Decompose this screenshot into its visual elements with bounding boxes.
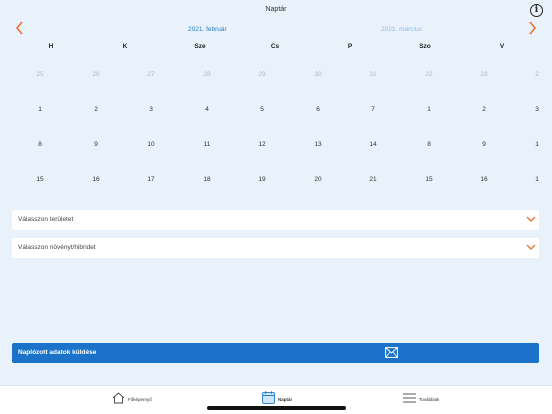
calendar-day[interactable]: 3 bbox=[149, 106, 153, 113]
calendar-day[interactable]: 15 bbox=[36, 176, 43, 183]
tab-calendar-label: Naptár bbox=[278, 397, 293, 402]
calendar-day[interactable]: 2 bbox=[94, 106, 98, 113]
tab-home[interactable]: Főképernyő bbox=[112, 390, 172, 408]
tab-more[interactable]: Továbbiak bbox=[403, 390, 453, 408]
calendar-day[interactable]: 17 bbox=[147, 176, 154, 183]
calendar-day[interactable]: 16 bbox=[480, 176, 487, 183]
mail-icon bbox=[385, 347, 398, 358]
page-title: Naptár bbox=[265, 6, 287, 13]
chevron-down-icon bbox=[526, 216, 536, 222]
home-icon bbox=[112, 392, 125, 404]
calendar-day[interactable]: 2 bbox=[482, 106, 486, 113]
area-select[interactable]: Válasszon területet bbox=[12, 210, 539, 230]
current-month-label[interactable]: 2021. február bbox=[188, 26, 227, 33]
home-indicator bbox=[207, 406, 346, 410]
weekday-label: Sze bbox=[194, 43, 206, 50]
next-month-button[interactable] bbox=[528, 21, 537, 38]
weekday-label: Szo bbox=[419, 43, 431, 50]
weekday-row: H K Sze Cs P Szo V bbox=[0, 43, 552, 53]
calendar-day[interactable]: 18 bbox=[203, 176, 210, 183]
info-icon[interactable]: i bbox=[530, 4, 543, 17]
weekday-label: H bbox=[48, 43, 54, 50]
calendar-day[interactable]: 10 bbox=[147, 141, 154, 148]
calendar-day[interactable]: 5 bbox=[260, 106, 264, 113]
hybrid-select-label: Válasszon növényt/hibridet bbox=[18, 244, 96, 251]
prev-month-button[interactable] bbox=[15, 21, 24, 38]
calendar-day[interactable]: 8 bbox=[38, 141, 42, 148]
calendar-day[interactable]: 13 bbox=[314, 141, 321, 148]
calendar-day[interactable]: 1 bbox=[535, 176, 539, 183]
next-month-label[interactable]: 2021. március bbox=[381, 26, 422, 33]
calendar-day[interactable]: 26 bbox=[92, 71, 99, 78]
calendar-day[interactable]: 31 bbox=[369, 71, 376, 78]
calendar-day[interactable]: 16 bbox=[92, 176, 99, 183]
send-button-label: Naplózott adatok küldése bbox=[18, 349, 97, 356]
chevron-down-icon bbox=[526, 244, 536, 250]
chevron-left-icon bbox=[15, 21, 23, 35]
tab-home-label: Főképernyő bbox=[128, 397, 152, 402]
calendar-day[interactable]: 20 bbox=[314, 176, 321, 183]
calendar-day[interactable]: 28 bbox=[203, 71, 210, 78]
calendar-day[interactable]: 12 bbox=[258, 141, 265, 148]
calendar-day[interactable]: 30 bbox=[314, 71, 321, 78]
calendar-day[interactable]: 4 bbox=[205, 106, 209, 113]
calendar-day[interactable]: 19 bbox=[258, 176, 265, 183]
weekday-label: V bbox=[499, 43, 505, 50]
calendar-day[interactable]: 9 bbox=[482, 141, 486, 148]
calendar-day[interactable]: 27 bbox=[147, 71, 154, 78]
menu-icon bbox=[403, 393, 416, 403]
calendar-day[interactable]: 11 bbox=[204, 141, 211, 148]
send-logged-data-button[interactable]: Naplózott adatok küldése bbox=[12, 343, 539, 363]
tab-more-label: Továbbiak bbox=[419, 397, 440, 402]
calendar-day[interactable]: 7 bbox=[371, 106, 375, 113]
chevron-right-icon bbox=[529, 21, 537, 35]
calendar-day[interactable]: 23 bbox=[480, 71, 487, 78]
calendar-day[interactable]: 9 bbox=[94, 141, 98, 148]
area-select-label: Válasszon területet bbox=[18, 216, 74, 223]
calendar-day[interactable]: 21 bbox=[369, 176, 376, 183]
weekday-label: P bbox=[347, 43, 353, 50]
calendar-icon bbox=[262, 391, 275, 404]
calendar-day[interactable]: 15 bbox=[425, 176, 432, 183]
calendar-day[interactable]: 8 bbox=[427, 141, 431, 148]
weekday-label: K bbox=[122, 43, 128, 50]
calendar-day[interactable]: 6 bbox=[316, 106, 320, 113]
calendar-day[interactable]: 1 bbox=[535, 141, 539, 148]
calendar-day[interactable]: 14 bbox=[369, 141, 376, 148]
calendar-day[interactable]: 22 bbox=[425, 71, 432, 78]
calendar-day[interactable]: 29 bbox=[258, 71, 265, 78]
hybrid-select[interactable]: Válasszon növényt/hibridet bbox=[12, 238, 539, 258]
weekday-label: Cs bbox=[270, 43, 280, 50]
calendar-day[interactable]: 25 bbox=[36, 71, 43, 78]
calendar-day[interactable]: 2 bbox=[535, 71, 539, 78]
calendar-day[interactable]: 1 bbox=[427, 106, 431, 113]
calendar-day[interactable]: 3 bbox=[535, 106, 539, 113]
calendar-day[interactable]: 1 bbox=[38, 106, 42, 113]
